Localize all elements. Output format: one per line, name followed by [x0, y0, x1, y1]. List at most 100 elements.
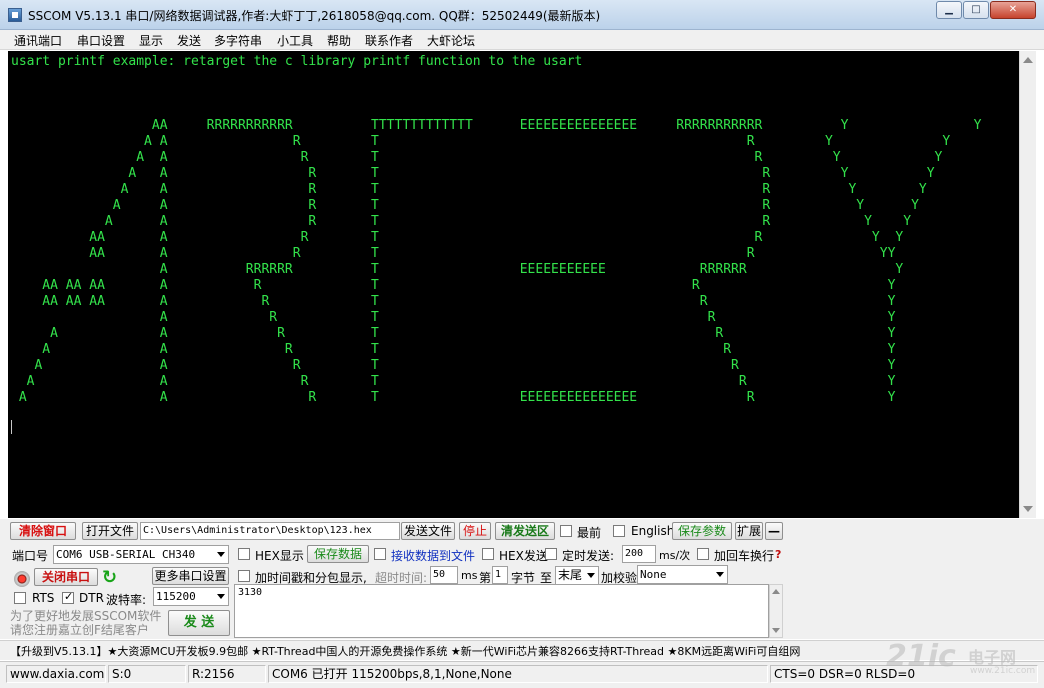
timeout-unit: ms — [461, 569, 478, 582]
terminal-line: A A R T R Y — [11, 326, 896, 341]
terminal-line: AA RRRRRRRRRRR TTTTTTTTTTTTT EEEEEEEEEEE… — [11, 118, 982, 133]
port-status-icon — [14, 571, 30, 587]
promo-line-2: 请您注册嘉立创F结尾客户 — [10, 623, 149, 637]
timeout-input[interactable]: 50 — [430, 566, 458, 584]
receive-terminal[interactable]: usart printf example: retarget the c lib… — [8, 51, 1019, 518]
open-file-button[interactable]: 打开文件 — [82, 522, 138, 540]
scroll-up-icon[interactable] — [1023, 57, 1033, 63]
terminal-line: AA A R T R YY — [11, 246, 896, 261]
dtr-checkbox[interactable] — [62, 590, 74, 604]
app-icon — [8, 8, 22, 22]
terminal-line: A A R T EEEEEEEEEEEEEEE R Y — [11, 390, 896, 405]
terminal-scrollbar[interactable] — [1019, 51, 1036, 518]
send-file-button[interactable]: 发送文件 — [401, 522, 455, 540]
terminal-line: AA A R T R Y Y — [11, 230, 904, 245]
watermark-url: www.21ic.com — [970, 666, 1036, 676]
title-bar: SSCOM V5.13.1 串口/网络数据调试器,作者:大虾丁丁,2618058… — [0, 0, 1044, 30]
menu-item-serial-settings[interactable]: 串口设置 — [77, 32, 125, 49]
interval-unit: ms/次 — [659, 549, 691, 562]
stop-button[interactable]: 停止 — [459, 522, 491, 540]
text-cursor — [11, 420, 12, 434]
timed-send-checkbox[interactable] — [545, 548, 557, 560]
timed-send-label: 定时发送: — [562, 549, 615, 563]
topmost-checkbox[interactable] — [560, 525, 572, 537]
watermark-sub: 电子网 — [968, 648, 1017, 667]
help-icon[interactable]: ? — [775, 548, 781, 561]
close-button[interactable]: ✕ — [990, 1, 1036, 19]
baud-select[interactable]: 115200 — [153, 587, 229, 606]
english-checkbox[interactable] — [613, 525, 625, 537]
terminal-line: A A R T R Y Y — [11, 198, 919, 213]
watermark-main: 21ic — [886, 639, 956, 674]
save-params-button[interactable]: 保存参数 — [672, 522, 732, 540]
checksum-select[interactable]: None — [637, 565, 728, 584]
chevron-down-icon — [217, 594, 225, 599]
send-button[interactable]: 发 送 — [168, 610, 230, 636]
rts-label: RTS — [32, 591, 55, 605]
terminal-line: A R T R Y — [11, 310, 896, 325]
status-website[interactable]: www.daxia.com — [6, 665, 106, 683]
menu-item-display[interactable]: 显示 — [139, 32, 163, 49]
hex-send-label: HEX发送 — [499, 549, 548, 563]
receive-to-file-checkbox[interactable] — [374, 548, 386, 560]
english-label: English — [631, 524, 675, 538]
menu-item-forum[interactable]: 大虾论坛 — [427, 32, 475, 49]
port-label: 端口号 — [12, 549, 49, 563]
collapse-button[interactable]: — — [765, 522, 783, 540]
promo-text[interactable]: 为了更好地发展SSCOM软件 请您注册嘉立创F结尾客户 — [10, 609, 161, 637]
chevron-down-icon — [587, 573, 595, 578]
terminal-line: A A R T R Y — [11, 342, 896, 357]
status-sent: S:0 — [108, 665, 186, 683]
control-panel: 清除窗口 打开文件 C:\Users\Administrator\Desktop… — [0, 519, 1044, 639]
end-select[interactable]: 末尾 — [555, 566, 599, 585]
menu-item-send[interactable]: 发送 — [177, 32, 201, 49]
terminal-line: A A R T R Y — [11, 358, 896, 373]
scroll-down-icon[interactable] — [772, 628, 780, 633]
menu-item-contact-author[interactable]: 联系作者 — [365, 32, 413, 49]
scroll-up-icon[interactable] — [772, 589, 780, 594]
hex-send-checkbox[interactable] — [482, 548, 494, 560]
save-data-button[interactable]: 保存数据 — [307, 545, 369, 563]
expand-button[interactable]: 扩展 — [735, 522, 763, 540]
status-port: COM6 已打开 115200bps,8,1,None,None — [268, 665, 768, 683]
terminal-line: A A R T R Y Y — [11, 134, 951, 149]
menu-bar: 通讯端口 串口设置 显示 发送 多字符串 小工具 帮助 联系作者 大虾论坛 — [0, 30, 1044, 50]
chevron-down-icon — [716, 572, 724, 577]
hex-display-checkbox[interactable] — [238, 548, 250, 560]
more-settings-button[interactable]: 更多串口设置 — [152, 567, 229, 585]
byte-input[interactable]: 1 — [492, 566, 508, 584]
terminal-line: A A R T R Y Y — [11, 166, 935, 181]
terminal-line: AA AA AA A R T R Y — [11, 294, 896, 309]
baud-select-value: 115200 — [156, 590, 196, 603]
menu-item-comm-port[interactable]: 通讯端口 — [14, 32, 62, 49]
clear-send-button[interactable]: 清发送区 — [495, 522, 555, 540]
menu-item-help[interactable]: 帮助 — [327, 32, 351, 49]
send-scrollbar[interactable] — [769, 584, 783, 638]
port-select[interactable]: COM6 USB-SERIAL CH340 — [53, 545, 229, 564]
send-input[interactable]: 3130 — [234, 584, 769, 638]
terminal-line: A A R T R Y Y — [11, 214, 912, 229]
add-crlf-label: 加回车换行 — [714, 549, 775, 563]
topmost-label: 最前 — [577, 526, 602, 540]
promo-line-1: 为了更好地发展SSCOM软件 — [10, 609, 162, 623]
menu-item-tools[interactable]: 小工具 — [277, 32, 313, 49]
receive-to-file-label[interactable]: 接收数据到文件 — [391, 547, 475, 564]
add-crlf-checkbox[interactable] — [697, 548, 709, 560]
rts-checkbox[interactable] — [14, 592, 26, 604]
refresh-icon[interactable]: ↻ — [102, 569, 117, 587]
maximize-button[interactable]: □ — [963, 1, 989, 19]
close-port-button[interactable]: 关闭串口 — [34, 568, 98, 586]
menu-item-multi-string[interactable]: 多字符串 — [214, 32, 262, 49]
ad-text[interactable]: 【升级到V5.13.1】★大资源MCU开发板9.9包邮 ★RT-Thread中国… — [10, 643, 800, 659]
scroll-down-icon[interactable] — [1023, 506, 1033, 512]
clear-window-button[interactable]: 清除窗口 — [10, 522, 76, 540]
file-path-input[interactable]: C:\Users\Administrator\Desktop\123.hex — [140, 522, 400, 540]
terminal-line: AA AA AA A R T R Y — [11, 278, 896, 293]
dtr-label: DTR — [79, 591, 104, 605]
timestamp-checkbox[interactable] — [238, 570, 250, 582]
checksum-select-value: None — [640, 568, 667, 581]
interval-input[interactable]: 200 — [622, 545, 656, 563]
minimize-button[interactable]: ▁ — [936, 1, 962, 19]
